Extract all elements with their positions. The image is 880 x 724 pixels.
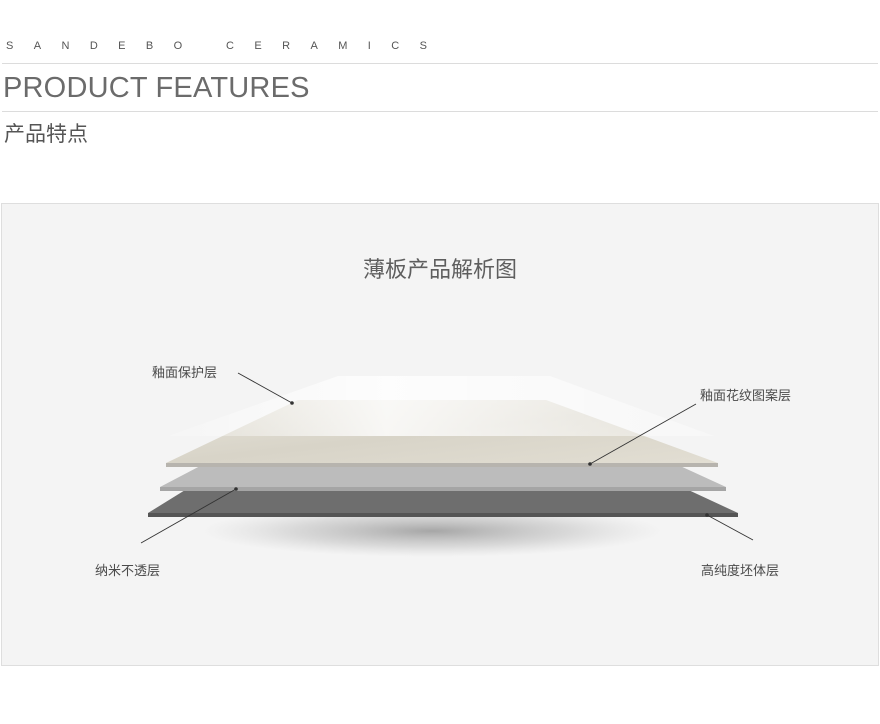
- page-title-en: PRODUCT FEATURES: [3, 72, 310, 104]
- leader-dot-high-purity-body: [705, 513, 709, 517]
- body-layer-edge: [148, 513, 738, 517]
- leader-dot-glaze-protective: [290, 401, 294, 405]
- page-title-cn: 产品特点: [4, 122, 88, 146]
- glaze-film: [168, 376, 714, 436]
- brand-name: SANDEBO CERAMICS: [6, 40, 448, 52]
- leader-dot-glaze-pattern: [588, 462, 592, 466]
- layer-diagram: [140, 372, 754, 557]
- nano-layer-top: [160, 465, 726, 487]
- label-high-purity-body: 高纯度坯体层: [701, 564, 780, 579]
- leader-dot-nano-opaque: [234, 487, 238, 491]
- divider-top: [2, 63, 878, 64]
- diagram-panel: 薄板产品解析图 釉面保护层 釉面花纹图案层 纳米不透层 高纯度坯体层: [1, 203, 879, 666]
- label-glaze-pattern: 釉面花纹图案层: [700, 389, 792, 404]
- leader-glaze-protective: [237, 372, 293, 404]
- label-nano-opaque: 纳米不透层: [95, 564, 161, 579]
- divider-middle: [2, 111, 878, 112]
- leader-high-purity-body: [706, 514, 754, 541]
- label-glaze-protective: 釉面保护层: [152, 366, 218, 381]
- pattern-layer-edge: [166, 463, 718, 467]
- nano-layer-edge: [160, 487, 726, 491]
